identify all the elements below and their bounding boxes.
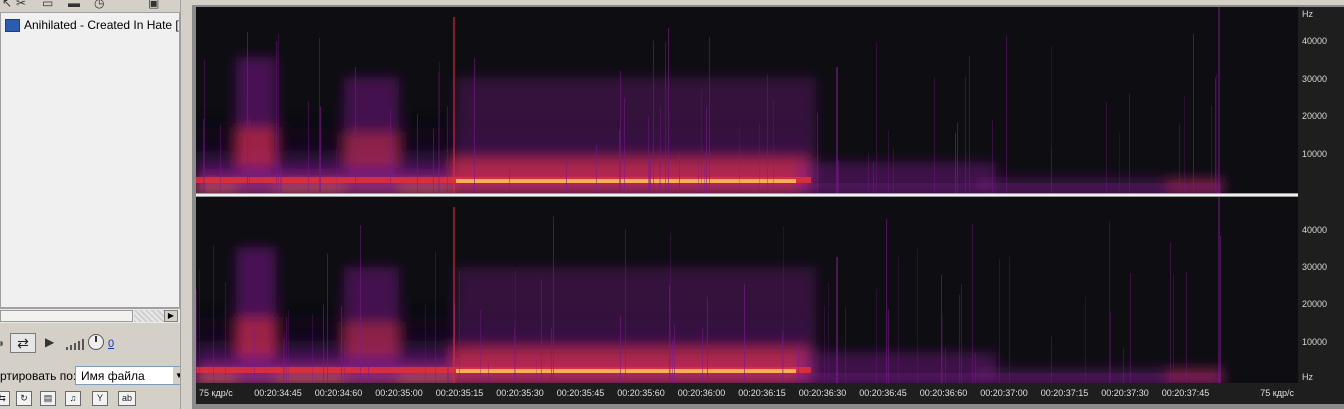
play-icon[interactable]: ▶ — [45, 335, 54, 349]
right-channel-freq-tick-label: 10000 — [1302, 337, 1328, 347]
file-item[interactable]: Anihilated - Created In Hate [Side — [5, 17, 179, 33]
bottom-toolbar: ⇆ ↻ ▤ ♫ Y ab — [0, 390, 186, 408]
spectrogram-image — [196, 197, 1298, 383]
time-tick-label: 00:20:34:60 — [314, 388, 363, 398]
scrollbar-track[interactable] — [134, 310, 164, 322]
spectrogram-channel-left[interactable] — [196, 7, 1298, 193]
sort-select[interactable]: Имя файла ▼ — [75, 366, 186, 385]
frequency-axis: Hz 40000 30000 20000 10000 40000 30000 20000 1… — [1298, 7, 1344, 383]
right-channel-freq-tick-label: 20000 — [1302, 299, 1328, 309]
clock-icon[interactable]: ◷ — [94, 0, 104, 10]
frame-rate-end-label: 75 кдр/с — [1260, 388, 1294, 398]
spectrogram-image — [196, 7, 1298, 193]
film-icon[interactable]: ▤ — [40, 391, 56, 406]
volume-knob[interactable] — [88, 334, 104, 350]
volume-value[interactable]: 0 — [108, 338, 114, 350]
spectrogram-view[interactable] — [196, 7, 1298, 383]
left-channel-freq-tick-label: 20000 — [1302, 111, 1328, 121]
axis-corner — [1298, 383, 1344, 404]
time-tick-label: 00:20:37:45 — [1161, 388, 1210, 398]
right-channel-freq-tick-label: 30000 — [1302, 262, 1328, 272]
loop-tool-icon[interactable]: ⇆ — [0, 391, 10, 406]
waveform-view-icon[interactable]: ▭ — [42, 0, 53, 10]
spectrogram-channel-right[interactable] — [196, 197, 1298, 383]
time-tick-label: 00:20:35:45 — [556, 388, 605, 398]
scrollbar-thumb[interactable] — [0, 310, 133, 322]
sort-value: Имя файла — [81, 369, 145, 383]
scroll-right-arrow-icon[interactable]: ▶ — [164, 310, 178, 322]
freq-unit-label: Hz — [1302, 9, 1313, 19]
horizontal-scrollbar[interactable]: ▶ — [0, 308, 180, 323]
filter-icon[interactable]: Y — [92, 391, 108, 406]
cut-icon[interactable]: ✂ — [16, 0, 26, 10]
time-tick-label: 00:20:34:45 — [254, 388, 302, 398]
frame-rate-start-label: 75 кдр/с — [199, 388, 233, 398]
time-tick-label: 00:20:36:45 — [859, 388, 907, 398]
time-tick-label: 00:20:36:60 — [919, 388, 968, 398]
right-channel-freq-tick-label: 40000 — [1302, 225, 1328, 235]
time-tick-label: 00:20:35:15 — [435, 388, 484, 398]
keyboard-icon[interactable]: ▬ — [68, 0, 80, 10]
time-axis: 75 кдр/с 00:20:34:45 00:20:34:60 00:20:35:… — [196, 383, 1298, 404]
preview-transport: ◗ ⇄ ▶ 0 — [0, 330, 180, 356]
time-tick-label: 00:20:35:00 — [375, 388, 423, 398]
time-tick-label: 00:20:35:30 — [496, 388, 544, 398]
left-channel-freq-tick-label: 30000 — [1302, 74, 1328, 84]
file-item-label: Anihilated - Created In Hate [Side — [24, 18, 179, 32]
time-tick-label: 00:20:35:60 — [617, 388, 665, 398]
time-tick-label: 00:20:37:30 — [1101, 388, 1149, 398]
refresh-icon[interactable]: ↻ — [16, 391, 32, 406]
window-icon[interactable]: ▣ — [148, 0, 159, 10]
time-tick-label: 00:20:36:30 — [798, 388, 847, 398]
text-tool-icon[interactable]: ab — [118, 391, 136, 406]
music-note-icon[interactable]: ♫ — [65, 391, 81, 406]
top-toolbar: ↖ ✂ ▭ ▬ ◷ ▣ — [0, 0, 186, 10]
time-tick-label: 00:20:36:00 — [677, 388, 726, 398]
speaker-icon[interactable]: ◗ — [0, 336, 5, 350]
sort-label: ртировать по: — [0, 369, 77, 383]
panel-splitter[interactable] — [180, 0, 186, 409]
time-tick-label: 00:20:37:15 — [1040, 388, 1089, 398]
audio-file-icon — [5, 18, 20, 32]
file-browser-panel: ↖ ✂ ▭ ▬ ◷ ▣ Anihilated - Created In Hate… — [0, 0, 186, 409]
loop-button[interactable]: ⇄ — [10, 333, 36, 353]
left-channel-freq-tick-label: 40000 — [1302, 36, 1328, 46]
left-channel-freq-tick-label: 10000 — [1302, 149, 1328, 159]
pointer-icon[interactable]: ↖ — [2, 0, 12, 10]
freq-unit-bottom-label: Hz — [1302, 372, 1313, 382]
file-list[interactable]: Anihilated - Created In Hate [Side — [0, 12, 180, 308]
time-tick-label: 00:20:36:15 — [738, 388, 786, 398]
volume-ramp-icon — [66, 339, 84, 350]
time-tick-label: 00:20:37:00 — [980, 388, 1028, 398]
